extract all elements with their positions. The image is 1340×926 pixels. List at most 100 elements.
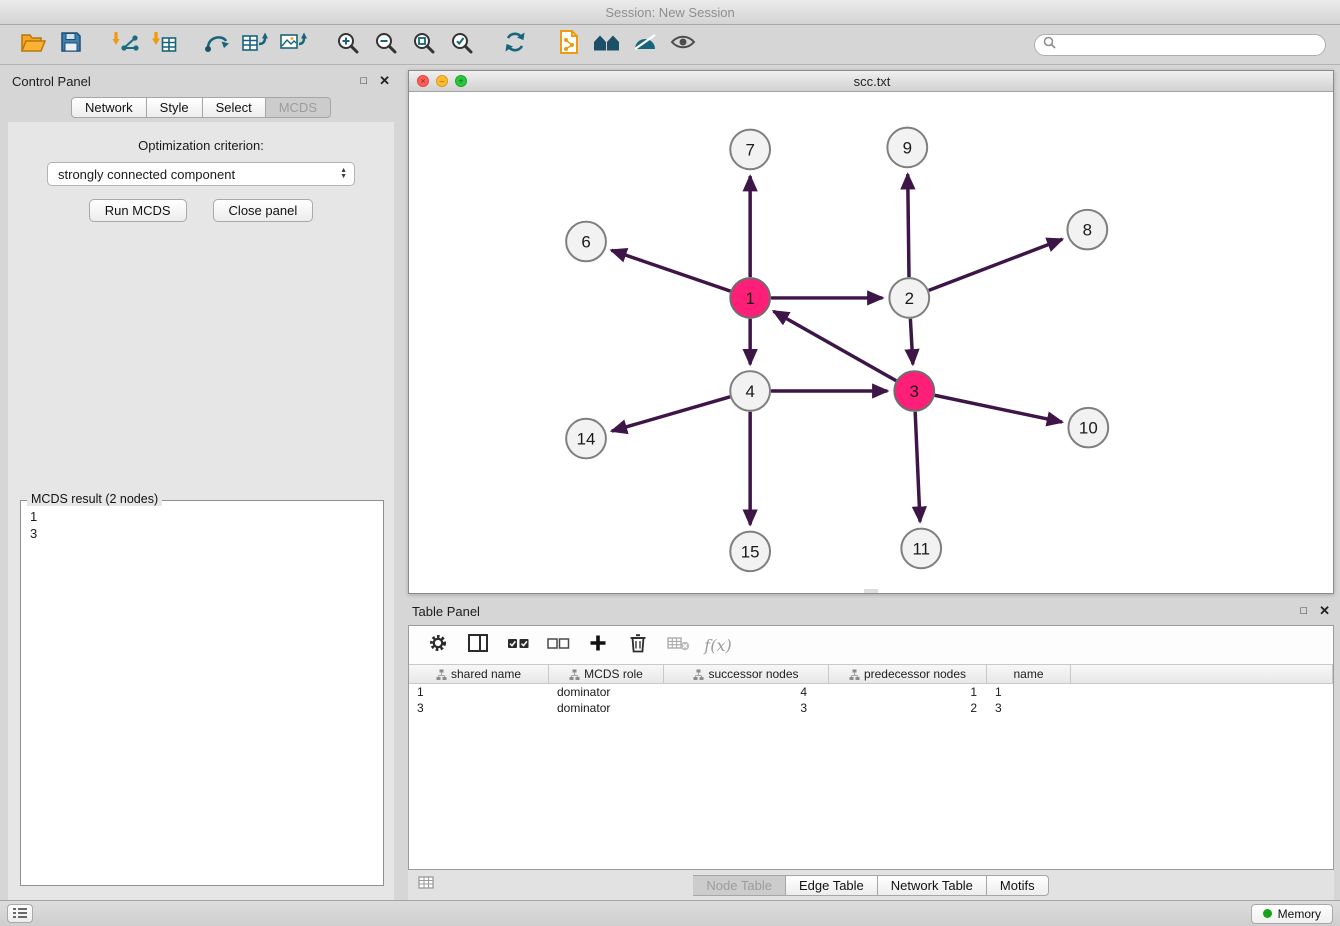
close-panel-icon[interactable]: ✕ — [1319, 604, 1330, 618]
delete-table-button[interactable] — [663, 631, 693, 659]
graph-edge-2-3[interactable] — [910, 319, 912, 365]
trash-icon — [629, 632, 647, 658]
minimize-window-icon[interactable]: – — [436, 75, 448, 87]
graph-edge-3-11[interactable] — [915, 412, 920, 522]
function-builder-button[interactable]: f(x) — [703, 631, 733, 659]
window-resize-grip[interactable] — [409, 589, 1333, 593]
network-graph[interactable]: 7 9 6 8 1 2 4 3 14 10 15 11 — [409, 92, 1333, 589]
unselect-all-columns-button[interactable] — [543, 631, 573, 659]
select-all-columns-button[interactable] — [503, 631, 533, 659]
share-network-button[interactable] — [550, 29, 588, 61]
zoom-fit-button[interactable] — [404, 29, 442, 61]
show-panel-button[interactable] — [7, 904, 33, 923]
graph-edge-3-10[interactable] — [935, 395, 1062, 422]
right-area: × – + scc.txt 79681243141015 — [408, 70, 1334, 900]
show-hide-details-button[interactable] — [664, 29, 702, 61]
float-panel-icon[interactable]: □ — [360, 74, 367, 88]
tab-network[interactable]: Network — [71, 97, 147, 118]
level-of-detail-button[interactable] — [626, 29, 664, 61]
add-column-button[interactable] — [583, 631, 613, 659]
home-networks-button[interactable] — [588, 29, 626, 61]
maximize-window-icon[interactable]: + — [455, 75, 467, 87]
cell-name[interactable]: 1 — [987, 684, 1071, 700]
zoom-in-button[interactable] — [328, 29, 366, 61]
search-field[interactable] — [1034, 34, 1326, 56]
save-session-button[interactable] — [52, 29, 90, 61]
cell-shared-name[interactable]: 3 — [409, 700, 549, 716]
tab-edge-table[interactable]: Edge Table — [786, 875, 878, 896]
network-tools-button[interactable] — [198, 29, 236, 61]
graph-edge-4-14[interactable] — [612, 397, 730, 431]
graph-node-6[interactable]: 6 — [566, 222, 606, 262]
graph-node-14[interactable]: 14 — [566, 419, 606, 459]
zoom-selected-button[interactable] — [442, 29, 480, 61]
table-row[interactable]: 1 dominator 4 1 1 — [409, 684, 1333, 700]
column-header-mcds-role[interactable]: MCDS role — [549, 665, 664, 683]
memory-button[interactable]: Memory — [1251, 904, 1333, 924]
graph-edge-3-1[interactable] — [774, 311, 897, 381]
table-mode-icon[interactable] — [418, 876, 434, 894]
tab-style[interactable]: Style — [147, 97, 203, 118]
attribute-icon — [436, 669, 447, 680]
cell-successor-nodes[interactable]: 3 — [664, 700, 829, 716]
graph-edge-2-9[interactable] — [908, 174, 909, 277]
graph-node-10[interactable]: 10 — [1068, 408, 1108, 448]
cell-shared-name[interactable]: 1 — [409, 684, 549, 700]
network-canvas[interactable]: 7 9 6 8 1 2 4 3 14 10 15 11 — [409, 92, 1333, 589]
graph-node-7[interactable]: 7 — [730, 130, 770, 170]
search-input[interactable] — [1061, 37, 1317, 52]
float-panel-icon[interactable]: □ — [1300, 604, 1307, 618]
cell-predecessor-nodes[interactable]: 2 — [829, 700, 987, 716]
run-mcds-button[interactable]: Run MCDS — [89, 199, 187, 222]
import-table-button[interactable] — [144, 29, 182, 61]
open-session-button[interactable] — [14, 29, 52, 61]
toggle-column-panel-button[interactable] — [463, 631, 493, 659]
import-network-button[interactable] — [106, 29, 144, 61]
zoom-out-icon — [374, 31, 397, 59]
export-table-button[interactable] — [236, 29, 274, 61]
graph-node-15[interactable]: 15 — [730, 532, 770, 572]
fx-icon: f(x) — [704, 636, 731, 655]
table-row[interactable]: 3 dominator 3 2 3 — [409, 700, 1333, 716]
cell-successor-nodes[interactable]: 4 — [664, 684, 829, 700]
export-image-button[interactable] — [274, 29, 312, 61]
memory-status-dot-icon — [1263, 909, 1272, 918]
main-area: Control Panel □ ✕ Network Style Select M… — [0, 65, 1340, 900]
graph-node-selected-3[interactable]: 3 — [894, 371, 934, 411]
cell-mcds-role[interactable]: dominator — [549, 684, 664, 700]
tab-mcds[interactable]: MCDS — [266, 97, 331, 118]
control-panel: Control Panel □ ✕ Network Style Select M… — [8, 70, 394, 900]
cell-mcds-role[interactable]: dominator — [549, 700, 664, 716]
column-header-filler — [1071, 665, 1333, 683]
mcds-result-title: MCDS result (2 nodes) — [27, 492, 162, 506]
graph-edge-1-6[interactable] — [611, 250, 730, 291]
refresh-view-button[interactable] — [496, 29, 534, 61]
tab-node-table[interactable]: Node Table — [693, 875, 786, 896]
cell-name[interactable]: 3 — [987, 700, 1071, 716]
delete-columns-button[interactable] — [623, 631, 653, 659]
column-header-shared-name[interactable]: shared name — [409, 665, 549, 683]
column-header-predecessor-nodes[interactable]: predecessor nodes — [829, 665, 987, 683]
close-panel-button[interactable]: Close panel — [213, 199, 314, 222]
control-panel-title: Control Panel — [12, 74, 91, 89]
svg-text:15: 15 — [741, 542, 760, 561]
graph-edge-2-8[interactable] — [929, 239, 1062, 290]
optimization-criterion-select[interactable]: strongly connected component ▲▼ — [47, 162, 355, 186]
zoom-out-button[interactable] — [366, 29, 404, 61]
graph-node-8[interactable]: 8 — [1067, 210, 1107, 250]
tab-motifs[interactable]: Motifs — [987, 875, 1049, 896]
column-header-name[interactable]: name — [987, 665, 1071, 683]
graph-node-4[interactable]: 4 — [730, 371, 770, 411]
tab-network-table[interactable]: Network Table — [878, 875, 987, 896]
control-panel-header: Control Panel □ ✕ — [8, 70, 394, 92]
tab-select[interactable]: Select — [203, 97, 266, 118]
graph-node-11[interactable]: 11 — [901, 529, 941, 569]
graph-node-9[interactable]: 9 — [887, 128, 927, 168]
graph-node-selected-1[interactable]: 1 — [730, 278, 770, 318]
table-settings-button[interactable] — [423, 631, 453, 659]
cell-predecessor-nodes[interactable]: 1 — [829, 684, 987, 700]
column-header-successor-nodes[interactable]: successor nodes — [664, 665, 829, 683]
graph-node-2[interactable]: 2 — [889, 278, 929, 318]
close-panel-icon[interactable]: ✕ — [379, 74, 390, 88]
close-window-icon[interactable]: × — [417, 75, 429, 87]
